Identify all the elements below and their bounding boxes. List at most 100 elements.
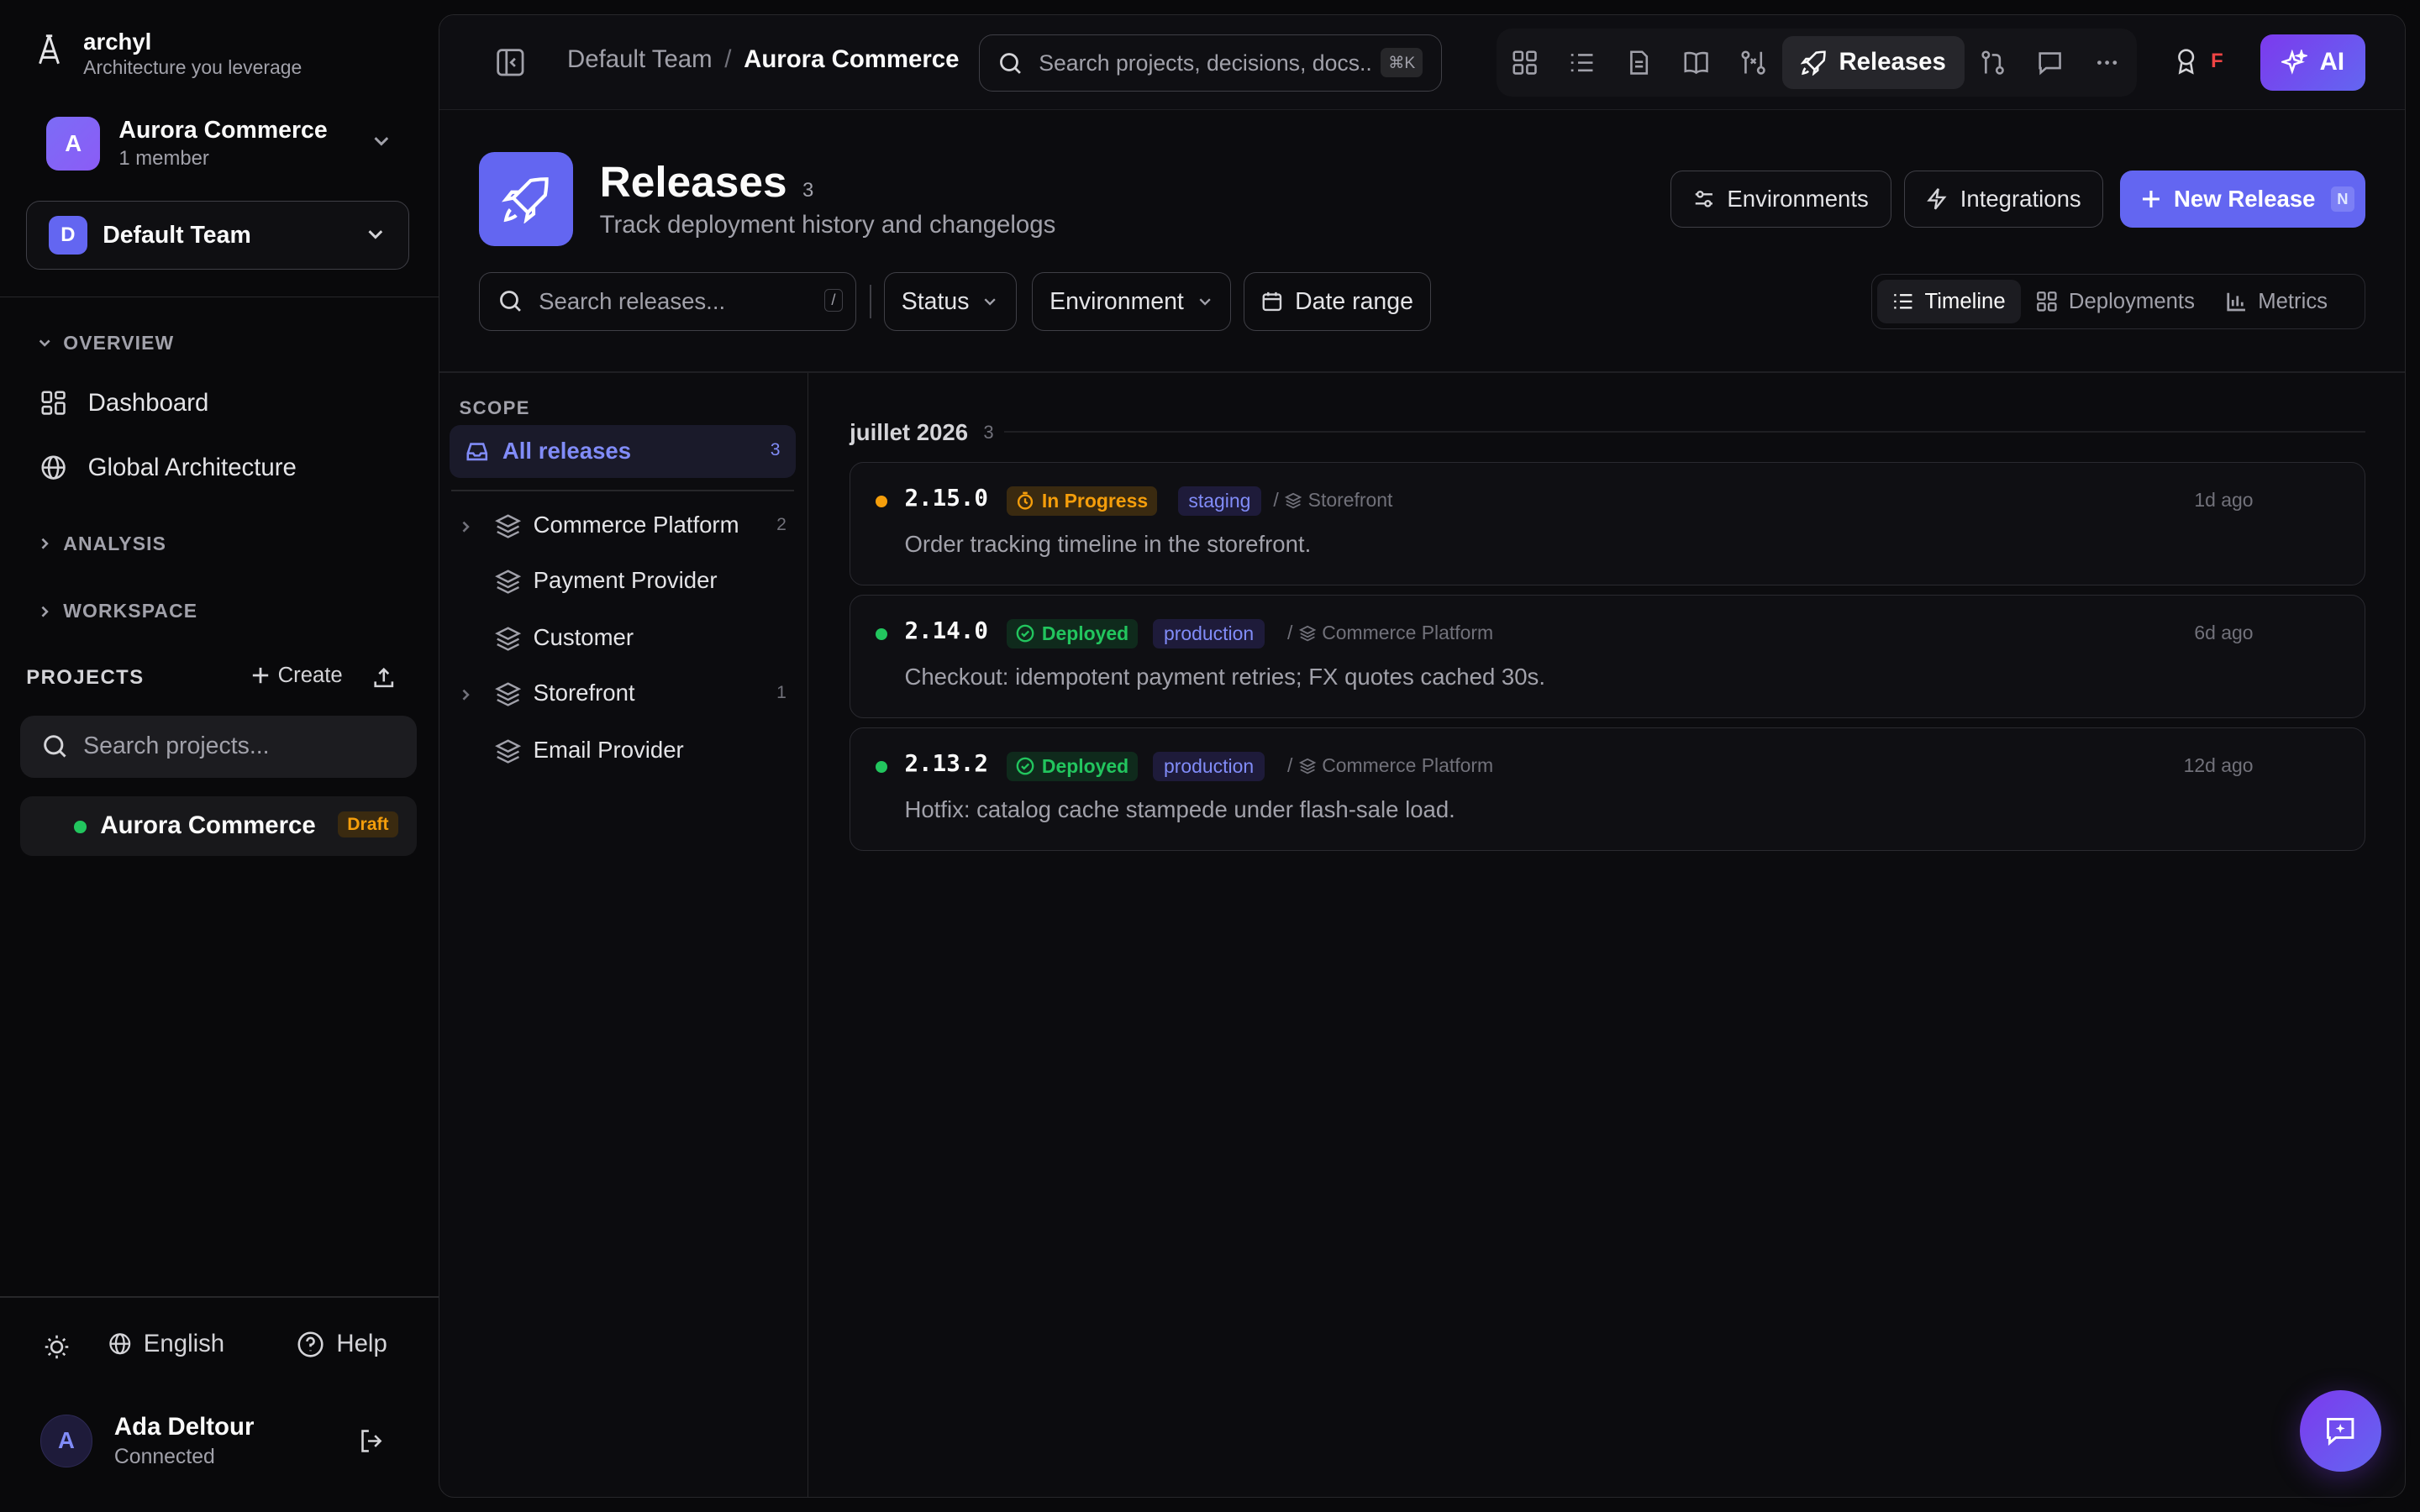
month-count: 3	[983, 421, 994, 443]
global-search[interactable]: ⌘K	[979, 34, 1443, 92]
month-group-header: juillet 2026 3	[850, 419, 994, 446]
environment-filter[interactable]: Environment	[1031, 272, 1231, 332]
release-card[interactable]: 2.14.0 Deployed production / Commerce Pl…	[850, 595, 2365, 719]
chevron-down-icon	[371, 129, 392, 158]
team-select[interactable]: D Default Team	[26, 200, 409, 270]
brand-tagline: Architecture you leverage	[83, 56, 302, 79]
release-time: 6d ago	[2194, 622, 2254, 644]
more-horizontal-icon[interactable]	[2079, 36, 2136, 88]
tool-document-icon[interactable]	[1611, 36, 1668, 88]
scope-panel: SCOPE All releases 3 Commerce Platform 2…	[439, 372, 808, 1498]
logout-icon[interactable]	[358, 1427, 386, 1462]
layers-icon	[1285, 492, 1302, 509]
breadcrumb: Default Team / Aurora Commerce	[567, 45, 959, 74]
scope-item[interactable]: Payment Provider	[458, 561, 790, 604]
timer-icon	[1017, 491, 1033, 510]
tab-metrics-label: Metrics	[2258, 289, 2328, 313]
section-analysis[interactable]: ANALYSIS	[37, 533, 166, 555]
award-indicator[interactable]: F	[2174, 47, 2223, 75]
release-search[interactable]: /	[479, 272, 856, 332]
breadcrumb-project[interactable]: Aurora Commerce	[744, 45, 959, 74]
status-badge: Deployed	[1006, 751, 1139, 781]
month-divider	[1003, 431, 2365, 433]
release-component: / Storefront	[1273, 489, 1392, 512]
tool-comment-icon[interactable]	[2022, 36, 2079, 88]
release-component: / Commerce Platform	[1287, 754, 1493, 777]
release-card[interactable]: 2.13.2 Deployed production / Commerce Pl…	[850, 727, 2365, 851]
project-search-input[interactable]	[83, 732, 392, 761]
tool-git-compare-icon[interactable]	[1965, 36, 2022, 88]
tool-flow-icon[interactable]	[1725, 36, 1782, 88]
environments-button[interactable]: Environments	[1670, 171, 1891, 228]
release-search-input[interactable]	[539, 288, 802, 316]
project-list-item[interactable]: Aurora Commerce Draft	[19, 795, 417, 857]
language-switcher[interactable]: English	[108, 1330, 224, 1358]
status-badge-label: Deployed	[1041, 754, 1129, 777]
help-link[interactable]: Help	[297, 1330, 387, 1358]
project-avatar: A	[46, 116, 101, 171]
scope-all-count: 3	[770, 440, 781, 460]
tool-book-icon[interactable]	[1668, 36, 1725, 88]
scope-all-releases[interactable]: All releases 3	[450, 425, 796, 478]
integrations-button[interactable]: Integrations	[1903, 171, 2104, 228]
scope-item[interactable]: Email Provider	[458, 731, 790, 774]
chevron-right-icon	[41, 538, 49, 549]
plus-icon	[2143, 191, 2160, 207]
tab-timeline[interactable]: Timeline	[1876, 280, 2022, 323]
release-description: Checkout: idempotent payment retries; FX…	[904, 663, 1545, 690]
projects-label: PROJECTS	[26, 666, 145, 690]
component-name: Storefront	[1307, 489, 1393, 512]
brand-name: archyl	[83, 29, 152, 55]
section-workspace[interactable]: WORKSPACE	[37, 600, 197, 622]
release-version: 2.13.2	[904, 749, 988, 777]
project-name: Aurora Commerce	[100, 811, 316, 840]
date-range-filter[interactable]: Date range	[1243, 272, 1432, 332]
project-search[interactable]	[19, 716, 417, 778]
new-release-button[interactable]: New Release N	[2119, 171, 2365, 228]
sidebar-toggle-icon[interactable]	[495, 47, 526, 85]
sparkles-icon	[2281, 49, 2307, 75]
release-time: 1d ago	[2194, 489, 2254, 512]
date-range-label: Date range	[1295, 287, 1413, 315]
main-panel: Default Team / Aurora Commerce ⌘K	[438, 13, 2407, 1499]
tool-releases-tab[interactable]: Releases	[1781, 36, 1965, 89]
upload-button[interactable]	[372, 666, 396, 696]
component-name: Commerce Platform	[1322, 622, 1494, 644]
tool-grid-icon[interactable]	[1497, 36, 1554, 88]
tool-list-icon[interactable]	[1554, 36, 1611, 88]
scope-item-name: Storefront	[533, 680, 635, 706]
status-filter[interactable]: Status	[883, 272, 1017, 332]
brand[interactable]: archyl Architecture you leverage	[34, 28, 302, 80]
scope-item[interactable]: Customer	[458, 618, 790, 661]
environment-badge: production	[1153, 751, 1265, 781]
scope-item[interactable]: Commerce Platform 2	[458, 506, 790, 549]
user-profile[interactable]: A Ada Deltour Connected	[39, 1412, 395, 1473]
release-card[interactable]: 2.15.0 In Progress staging / Storefront …	[850, 462, 2365, 586]
component-name: Commerce Platform	[1322, 754, 1494, 777]
tab-metrics[interactable]: Metrics	[2210, 280, 2343, 323]
global-search-input[interactable]	[1039, 50, 1371, 76]
chat-assistant-button[interactable]	[2299, 1389, 2382, 1473]
page-title-text: Releases	[599, 157, 787, 207]
scope-item[interactable]: Storefront 1	[458, 674, 790, 717]
section-overview-label: OVERVIEW	[63, 331, 175, 354]
page-title: Releases 3	[600, 156, 814, 207]
chevron-down-icon	[39, 339, 50, 347]
project-status-dot	[74, 821, 87, 833]
section-overview[interactable]: OVERVIEW	[37, 332, 174, 354]
tab-deployments[interactable]: Deployments	[2021, 280, 2210, 323]
chevron-down-icon	[984, 298, 996, 306]
ai-button[interactable]: AI	[2260, 34, 2365, 91]
scope-label: SCOPE	[459, 397, 530, 418]
release-search-shortcut: /	[824, 288, 843, 312]
breadcrumb-team[interactable]: Default Team	[567, 45, 713, 74]
filter-divider	[870, 284, 871, 319]
status-badge: In Progress	[1006, 486, 1158, 516]
status-badge: Deployed	[1006, 618, 1139, 648]
nav-global-architecture[interactable]: Global Architecture	[40, 454, 297, 482]
create-project-button[interactable]: Create	[251, 664, 343, 688]
theme-toggle-sun-icon[interactable]	[43, 1333, 71, 1368]
nav-dashboard[interactable]: Dashboard	[40, 389, 208, 417]
project-switcher[interactable]: A Aurora Commerce 1 member	[46, 114, 408, 173]
layers-icon	[494, 739, 521, 764]
